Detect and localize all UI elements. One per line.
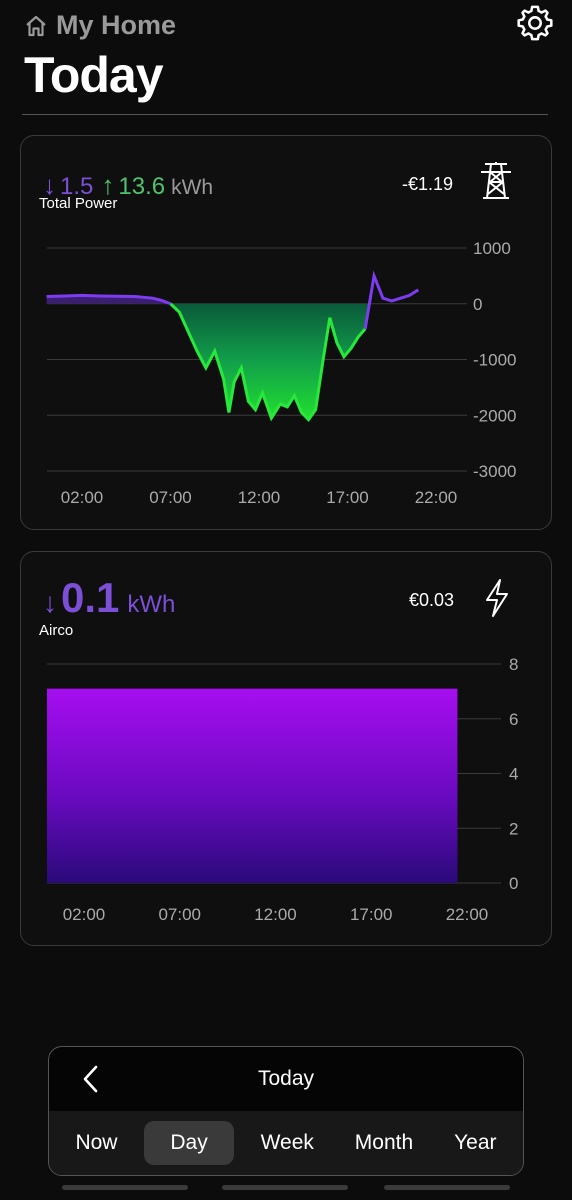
x-tick-label: 02:00 — [61, 488, 104, 507]
tab-week[interactable]: Week — [247, 1121, 328, 1165]
period-title: Today — [257, 1067, 315, 1090]
airco-chart: 8 6 4 2 0 02:00 07:00 12:00 17:00 22:00 — [47, 655, 518, 924]
total-power-card[interactable]: ↓ 1.5 ↑ 13.6 kWh Total Power -€1.19 1000… — [20, 135, 552, 530]
header-divider — [22, 114, 548, 115]
nav-handle — [62, 1185, 188, 1190]
x-tick-label: 12:00 — [238, 488, 281, 507]
x-tick-label: 17:00 — [350, 905, 393, 924]
x-tick-label: 22:00 — [446, 905, 489, 924]
airco-chart-y-ticks: 8 6 4 2 0 — [509, 655, 518, 893]
airco-card[interactable]: ↓ 0.1 kWh Airco €0.03 86420 02:00 07:00 12… — [20, 551, 552, 946]
y-tick-label: -3000 — [473, 462, 516, 481]
y-tick-label: 4 — [509, 765, 518, 784]
x-tick-label: 02:00 — [63, 905, 106, 924]
nav-handle — [222, 1185, 348, 1190]
gear-icon[interactable] — [516, 4, 554, 42]
tab-day[interactable]: Day — [144, 1121, 234, 1165]
y-tick-label: 0 — [509, 874, 518, 893]
home-icon — [26, 15, 46, 36]
tab-month[interactable]: Month — [341, 1121, 427, 1165]
airco-chart-x-ticks: 02:00 07:00 12:00 17:00 22:00 — [63, 905, 489, 924]
breadcrumb[interactable]: My Home — [24, 10, 176, 41]
y-tick-label: -2000 — [473, 406, 516, 425]
power-chart: 1000 0 -1000 -2000 -3000 02:00 07:00 12:00 17:0… — [46, 239, 516, 507]
page-title: Today — [24, 47, 164, 103]
x-tick-label: 12:00 — [254, 905, 297, 924]
x-tick-label: 07:00 — [158, 905, 201, 924]
period-tabs: Now Day Week Month Year — [49, 1111, 523, 1175]
tab-now[interactable]: Now — [61, 1121, 131, 1165]
power-chart-y-ticks: 1000 0 -1000 -2000 -3000 — [473, 239, 516, 481]
y-tick-label: -1000 — [473, 351, 516, 370]
period-navigator: Today Now Day Week Month Year — [48, 1046, 524, 1176]
nav-handle — [384, 1185, 510, 1190]
airco-bar — [47, 688, 458, 883]
y-tick-label: 2 — [509, 819, 518, 838]
power-chart-x-ticks: 02:00 07:00 12:00 17:00 22:00 — [61, 488, 458, 507]
y-tick-label: 6 — [509, 710, 518, 729]
y-tick-label: 0 — [473, 295, 482, 314]
export-area — [170, 303, 369, 420]
x-tick-label: 22:00 — [415, 488, 458, 507]
y-tick-label: 8 — [509, 655, 518, 674]
x-tick-label: 07:00 — [149, 488, 192, 507]
gesture-bar — [0, 1185, 572, 1191]
x-tick-label: 17:00 — [326, 488, 369, 507]
tab-year[interactable]: Year — [440, 1121, 510, 1165]
y-tick-label: 1000 — [473, 239, 511, 258]
home-label: My Home — [56, 10, 177, 40]
